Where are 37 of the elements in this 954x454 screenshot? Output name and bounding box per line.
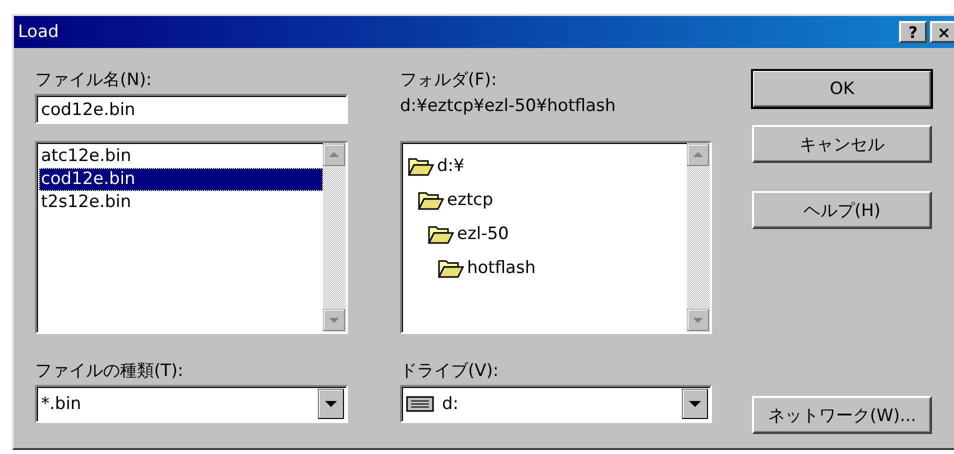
close-button[interactable]: ×	[930, 21, 954, 43]
file-name-label: ファイル名(N):	[35, 69, 153, 92]
dropdown-value: *.bin	[41, 394, 82, 414]
scrollbar[interactable]	[323, 143, 346, 332]
folder-item[interactable]: d:¥	[408, 149, 687, 183]
dropdown-value: d:	[442, 394, 459, 414]
file-item[interactable]: atc12e.bin	[39, 145, 323, 168]
drive-icon	[406, 396, 434, 412]
ok-button[interactable]: OK	[752, 70, 932, 108]
dropdown-arrow-icon[interactable]	[682, 389, 708, 419]
scroll-up-icon[interactable]	[323, 144, 345, 166]
scroll-down-icon[interactable]	[323, 309, 345, 331]
scrollbar[interactable]	[687, 143, 710, 332]
scroll-down-icon[interactable]	[687, 309, 709, 331]
cancel-button[interactable]: キャンセル	[752, 125, 932, 163]
help-button[interactable]: ヘルプ(H)	[752, 191, 932, 229]
dropdown-arrow-icon[interactable]	[318, 389, 344, 419]
folder-icon	[418, 190, 444, 210]
file-type-label: ファイルの種類(T):	[35, 360, 184, 383]
folder-icon	[428, 224, 454, 244]
file-item[interactable]: t2s12e.bin	[39, 191, 323, 214]
scroll-up-icon[interactable]	[687, 144, 709, 166]
file-name-field[interactable]: cod12e.bin	[35, 94, 348, 124]
folder-label: フォルダ(F):	[400, 69, 498, 92]
folder-path: d:¥eztcp¥ezl-50¥hotflash	[400, 95, 617, 118]
folder-item[interactable]: ezl-50	[408, 217, 687, 251]
window-title: Load	[18, 22, 60, 42]
folder-icon	[438, 258, 464, 278]
folder-item[interactable]: hotflash	[408, 251, 687, 285]
folder-icon	[408, 156, 434, 176]
network-button[interactable]: ネットワーク(W)...	[752, 396, 932, 434]
help-button[interactable]: ?	[899, 21, 927, 43]
drive-dropdown[interactable]: d:	[400, 385, 712, 423]
file-type-dropdown[interactable]: *.bin	[35, 385, 348, 423]
folder-item[interactable]: eztcp	[408, 183, 687, 217]
file-item[interactable]: cod12e.bin	[39, 168, 323, 191]
drive-label: ドライブ(V):	[400, 360, 500, 383]
